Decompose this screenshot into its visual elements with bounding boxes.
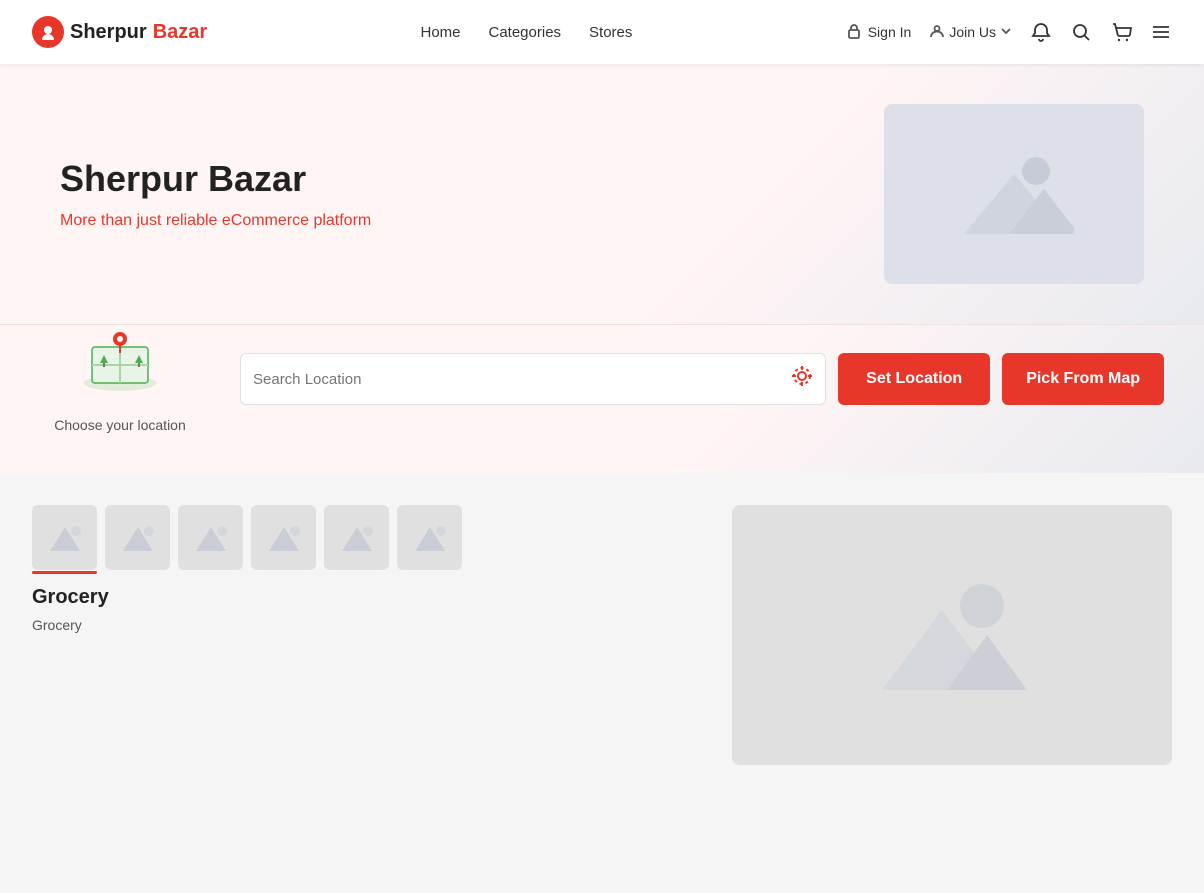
lock-icon: [846, 23, 862, 42]
right-banner: [732, 505, 1172, 765]
location-illustration-label: Choose your location: [54, 417, 186, 433]
hero-content: Sherpur Bazar More than just reliable eC…: [60, 158, 602, 230]
gps-icon[interactable]: [791, 365, 813, 393]
logo-text-sherpur: Sherpur: [70, 21, 147, 44]
hero-placeholder-image: [884, 104, 1144, 284]
thumb-item-6[interactable]: [397, 505, 462, 570]
nav-home[interactable]: Home: [420, 24, 460, 41]
sign-in-label: Sign In: [868, 24, 912, 40]
navbar: Sherpur Bazar Home Categories Stores Sign…: [0, 0, 1204, 64]
hero-title: Sherpur Bazar: [60, 158, 602, 200]
thumb-item-1[interactable]: [32, 505, 97, 570]
hero-image: [602, 104, 1144, 284]
location-section: Choose your location Set Location Pick F…: [0, 324, 1204, 473]
hero-section: Sherpur Bazar More than just reliable eC…: [0, 64, 1204, 324]
thumb-item-4[interactable]: [251, 505, 316, 570]
navbar-actions: Sign In Join Us: [846, 21, 1172, 43]
notification-button[interactable]: [1030, 21, 1052, 43]
category-thumbs: [32, 505, 708, 570]
main-content: Grocery Grocery: [0, 473, 1204, 765]
person-icon: [929, 23, 945, 42]
thumb-item-2[interactable]: [105, 505, 170, 570]
nav-categories[interactable]: Categories: [489, 24, 562, 41]
join-us-link[interactable]: Join Us: [929, 23, 1012, 42]
pick-from-map-button[interactable]: Pick From Map: [1002, 353, 1164, 405]
chevron-down-icon: [1000, 24, 1012, 40]
category-sub-label: Grocery: [32, 617, 708, 633]
location-illustration: Choose your location: [40, 325, 200, 433]
thumb-item-3[interactable]: [178, 505, 243, 570]
logo[interactable]: Sherpur Bazar: [32, 16, 207, 48]
sign-in-link[interactable]: Sign In: [846, 23, 912, 42]
cart-button[interactable]: [1110, 21, 1132, 43]
nav-links: Home Categories Stores: [420, 24, 632, 41]
search-location-input[interactable]: [253, 371, 791, 388]
nav-stores[interactable]: Stores: [589, 24, 632, 41]
map-illustration-icon: [80, 325, 160, 409]
set-location-button[interactable]: Set Location: [838, 353, 990, 405]
menu-button[interactable]: [1150, 21, 1172, 43]
logo-icon: [32, 16, 64, 48]
search-button[interactable]: [1070, 21, 1092, 43]
logo-text-bazar: Bazar: [153, 21, 207, 44]
category-section-label: Grocery: [32, 586, 708, 609]
search-input-wrap: [240, 353, 826, 405]
location-search-row: Set Location Pick From Map: [240, 353, 1164, 405]
thumb-item-5[interactable]: [324, 505, 389, 570]
hero-subtitle: More than just reliable eCommerce platfo…: [60, 212, 602, 230]
categories-column: Grocery Grocery: [32, 505, 708, 765]
join-us-label: Join Us: [949, 24, 996, 40]
